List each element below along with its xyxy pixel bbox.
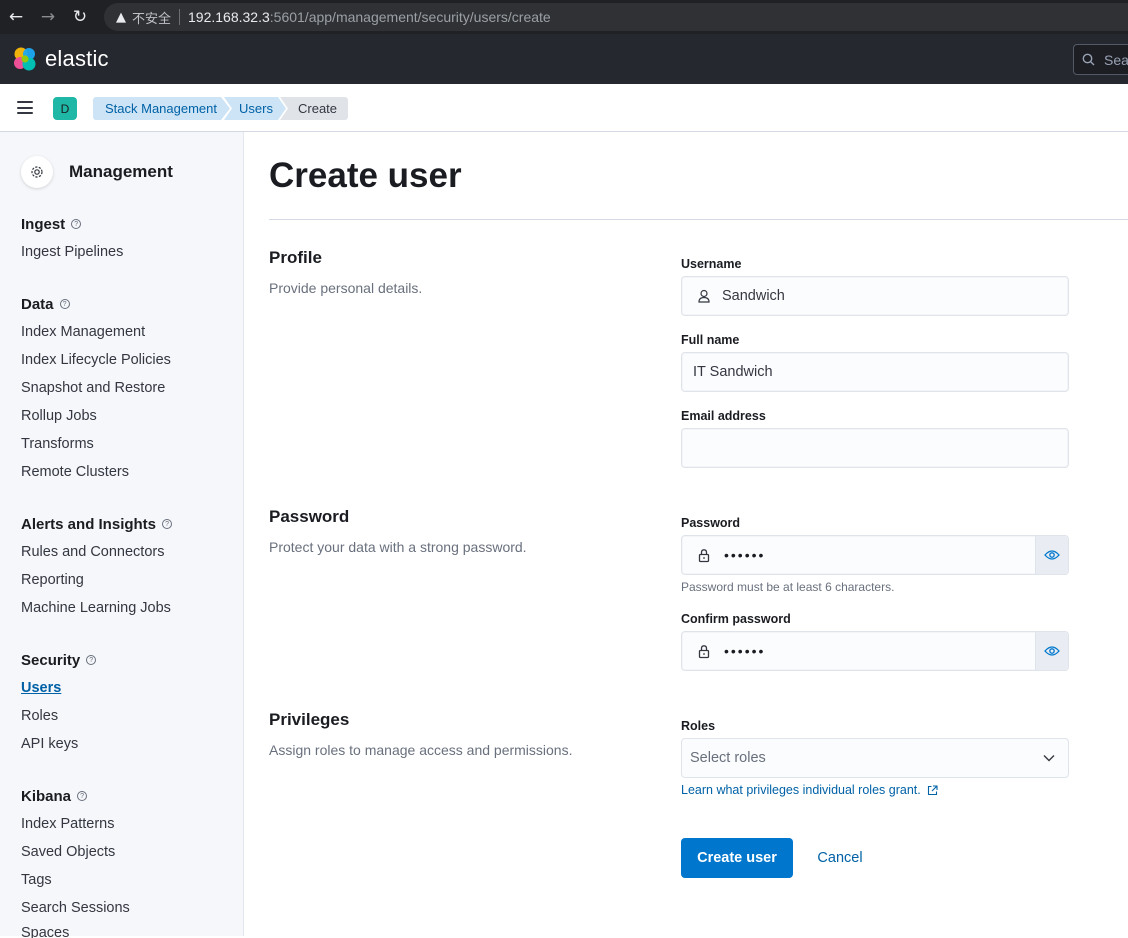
privileges-description: Assign roles to manage access and permis… — [269, 742, 573, 758]
create-user-button[interactable]: Create user — [681, 838, 793, 878]
sidebar-section-ingest: Ingest? Ingest Pipelines — [21, 214, 123, 266]
sidebar-item-index-management[interactable]: Index Management — [21, 318, 171, 346]
breadcrumb-bar: D Stack Management Users Create — [0, 84, 1128, 132]
username-label: Username — [681, 257, 742, 271]
kibana-header: elastic Sea — [0, 34, 1128, 84]
lock-icon — [690, 644, 718, 659]
confirm-password-label: Confirm password — [681, 612, 791, 626]
privileges-title: Privileges — [269, 710, 350, 729]
back-arrow-icon[interactable]: ← — [0, 0, 32, 34]
roles-label: Roles — [681, 719, 716, 733]
sidebar-item-transforms[interactable]: Transforms — [21, 430, 171, 458]
confirm-password-field[interactable]: •••••• — [681, 631, 1069, 671]
page-title: Create user — [269, 156, 462, 195]
browser-toolbar: ← → ↻ ▲ 不安全 192.168.32.3 :5601/app/manag… — [0, 0, 1128, 34]
help-question-icon[interactable]: ? — [71, 219, 82, 229]
fullname-label: Full name — [681, 333, 740, 347]
breadcrumb: Stack Management Users Create — [93, 97, 348, 120]
profile-title: Profile — [269, 248, 322, 267]
sidebar-item-ml-jobs[interactable]: Machine Learning Jobs — [21, 594, 172, 622]
title-divider — [269, 219, 1128, 220]
sidebar-item-search-sessions[interactable]: Search Sessions — [21, 894, 130, 922]
email-label: Email address — [681, 409, 766, 423]
learn-privileges-link[interactable]: Learn what privileges individual roles g… — [681, 783, 938, 797]
cancel-button[interactable]: Cancel — [804, 838, 876, 878]
section-title: Alerts and Insights — [21, 515, 157, 533]
management-sidebar: Management Ingest? Ingest Pipelines Data… — [0, 132, 244, 938]
chevron-down-icon — [1043, 755, 1055, 762]
sidebar-section-alerts: Alerts and Insights? Rules and Connector… — [21, 514, 173, 622]
show-password-eye-icon[interactable] — [1035, 536, 1068, 574]
help-question-icon[interactable]: ? — [59, 299, 70, 309]
password-mask: •••••• — [724, 547, 766, 563]
sidebar-item-index-patterns[interactable]: Index Patterns — [21, 810, 130, 838]
fullname-field[interactable]: IT Sandwich — [681, 352, 1069, 392]
roles-placeholder: Select roles — [690, 750, 766, 766]
sidebar-item-saved-objects[interactable]: Saved Objects — [21, 838, 130, 866]
menu-hamburger-icon[interactable] — [17, 101, 33, 114]
main-content: Create user Profile Provide personal det… — [244, 132, 1128, 936]
gear-icon — [21, 156, 53, 188]
breadcrumb-create: Create — [280, 97, 348, 120]
sidebar-header: Management — [21, 156, 173, 188]
sidebar-item-roles[interactable]: Roles — [21, 702, 96, 730]
section-title: Kibana — [21, 787, 72, 805]
learn-link-text: Learn what privileges individual roles g… — [681, 783, 921, 797]
password-label: Password — [681, 516, 741, 530]
section-title: Data — [21, 295, 54, 313]
show-confirm-password-eye-icon[interactable] — [1035, 632, 1068, 670]
sidebar-item-rules-connectors[interactable]: Rules and Connectors — [21, 538, 172, 566]
lock-icon — [690, 548, 718, 563]
help-question-icon[interactable]: ? — [77, 791, 88, 801]
breadcrumb-users[interactable]: Users — [224, 97, 286, 120]
user-icon — [690, 289, 718, 303]
help-question-icon[interactable]: ? — [162, 519, 173, 529]
reload-icon[interactable]: ↻ — [64, 0, 96, 34]
sidebar-item-api-keys[interactable]: API keys — [21, 730, 96, 758]
external-link-icon — [927, 784, 938, 795]
sidebar-item-index-lifecycle-policies[interactable]: Index Lifecycle Policies — [21, 346, 171, 374]
fullname-value: IT Sandwich — [693, 364, 773, 380]
sidebar-item-snapshot-restore[interactable]: Snapshot and Restore — [21, 374, 171, 402]
address-bar[interactable]: ▲ 不安全 192.168.32.3 :5601/app/management/… — [104, 3, 1128, 31]
sidebar-item-reporting[interactable]: Reporting — [21, 566, 172, 594]
help-question-icon[interactable]: ? — [86, 655, 97, 665]
email-field[interactable] — [681, 428, 1069, 468]
sidebar-item-ingest-pipelines[interactable]: Ingest Pipelines — [21, 238, 123, 266]
username-field[interactable]: Sandwich — [681, 276, 1069, 316]
sidebar-item-remote-clusters[interactable]: Remote Clusters — [21, 458, 171, 486]
url-path: :5601/app/management/security/users/crea… — [269, 9, 551, 25]
password-field[interactable]: •••••• — [681, 535, 1069, 575]
search-placeholder: Sea — [1104, 51, 1128, 68]
sidebar-section-security: Security? Users Roles API keys — [21, 650, 97, 758]
forward-arrow-icon[interactable]: → — [32, 0, 64, 34]
address-separator — [179, 9, 181, 25]
roles-select[interactable]: Select roles — [681, 738, 1069, 778]
password-description: Protect your data with a strong password… — [269, 539, 527, 555]
sidebar-item-users[interactable]: Users — [21, 674, 96, 702]
sidebar-section-kibana: Kibana? Index Patterns Saved Objects Tag… — [21, 786, 130, 938]
section-title: Security — [21, 651, 81, 669]
sidebar-item-rollup-jobs[interactable]: Rollup Jobs — [21, 402, 171, 430]
sidebar-title: Management — [69, 162, 173, 181]
sidebar-item-tags[interactable]: Tags — [21, 866, 130, 894]
brand-name: elastic — [45, 46, 109, 71]
sidebar-section-data: Data? Index Management Index Lifecycle P… — [21, 294, 171, 486]
username-value: Sandwich — [722, 288, 785, 304]
url-host: 192.168.32.3 — [188, 9, 270, 25]
profile-description: Provide personal details. — [269, 280, 423, 296]
breadcrumb-stack-management[interactable]: Stack Management — [93, 97, 230, 120]
section-title: Ingest — [21, 215, 66, 233]
space-avatar[interactable]: D — [53, 97, 77, 120]
password-help-text: Password must be at least 6 characters. — [681, 580, 895, 594]
insecure-label: 不安全 — [132, 10, 172, 26]
elastic-logo-icon[interactable] — [12, 46, 38, 72]
global-search-input[interactable]: Sea — [1073, 44, 1128, 75]
search-icon — [1082, 53, 1095, 66]
password-title: Password — [269, 507, 350, 526]
warning-icon: ▲ — [116, 9, 126, 25]
confirm-password-mask: •••••• — [724, 643, 766, 659]
